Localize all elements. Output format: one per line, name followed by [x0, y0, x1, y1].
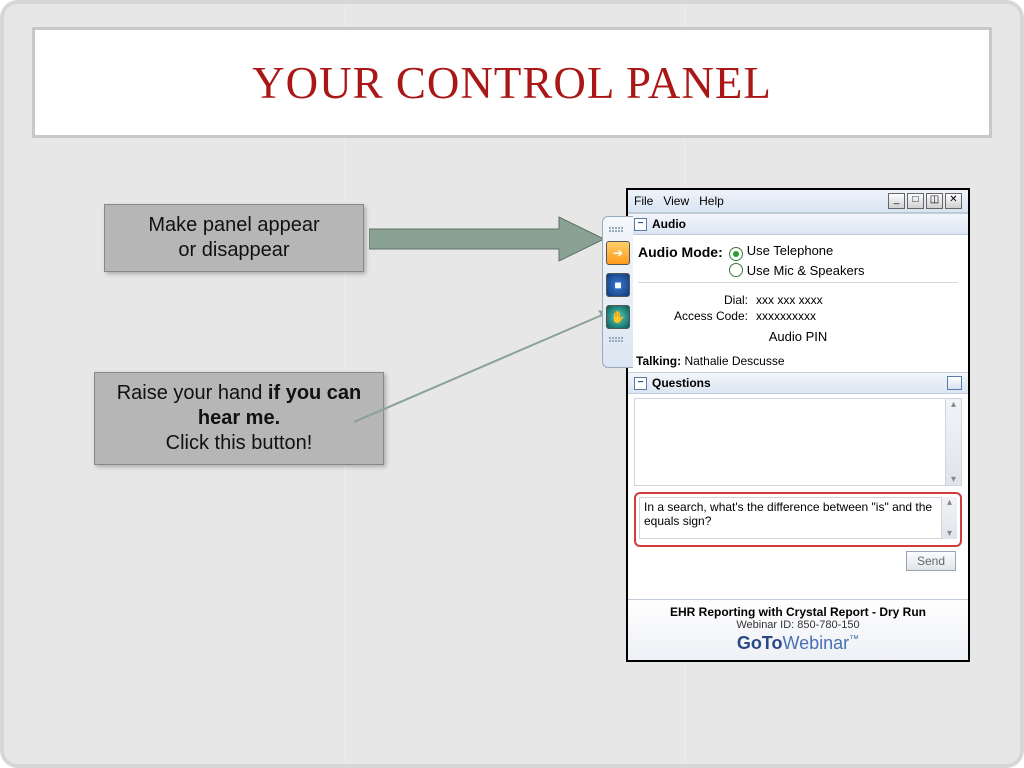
question-input-highlight: ▴ ▾	[634, 492, 962, 547]
scroll-down-icon: ▾	[951, 474, 956, 485]
minimize-icon: _	[894, 194, 900, 205]
dial-label: Dial:	[638, 293, 748, 307]
callout-line: Click this button!	[166, 432, 313, 454]
grab-tab[interactable]: ➔ ■ ✋	[602, 216, 633, 368]
menu-file[interactable]: File	[634, 194, 653, 208]
minus-icon: −	[638, 218, 644, 229]
webinar-id: Webinar ID: 850-780-150	[630, 619, 966, 631]
question-input[interactable]	[639, 497, 957, 539]
talking-name: Nathalie Descusse	[684, 354, 784, 368]
callout-toggle-panel: Make panel appear or disappear	[104, 204, 364, 272]
questions-log: ▴ ▾	[634, 398, 962, 486]
brand-webinar: Webinar	[782, 633, 849, 653]
radio-selected-icon	[729, 247, 743, 261]
audio-mode-label: Audio Mode:	[638, 243, 723, 260]
dial-value: xxx xxx xxxx	[756, 293, 958, 307]
send-button[interactable]: Send	[906, 551, 956, 571]
hand-icon: ✋	[611, 310, 626, 324]
webinar-id-label: Webinar ID:	[736, 619, 797, 631]
grip-dots-icon	[609, 337, 627, 343]
scroll-up-icon: ▴	[951, 399, 956, 410]
window-restore-button[interactable]: ◫	[926, 193, 943, 209]
window-minimize-button[interactable]: _	[888, 193, 905, 209]
gotowebinar-logo: GoToWebinar™	[630, 633, 966, 654]
questions-section-header[interactable]: − Questions	[628, 372, 968, 394]
callout-line: Make panel appear	[148, 214, 319, 236]
collapse-button[interactable]: −	[634, 218, 647, 231]
menu-help[interactable]: Help	[699, 194, 724, 208]
talking-status: Talking: Nathalie Descusse	[628, 350, 968, 372]
collapse-button[interactable]: −	[634, 377, 647, 390]
audio-mode-telephone[interactable]: Use Telephone	[729, 243, 865, 261]
gotowebinar-control-panel: ➔ ■ ✋ File View Help _ □ ◫ ✕ − Audio A	[626, 188, 970, 662]
minus-icon: −	[638, 377, 644, 388]
brand-tm: ™	[849, 634, 859, 645]
window-close-button[interactable]: ✕	[945, 193, 962, 209]
audio-section: Audio Mode: Use Telephone Use Mic & Spea…	[628, 235, 968, 350]
brand-goto: GoTo	[737, 633, 783, 653]
grip-dots-icon	[609, 227, 627, 233]
screen-button[interactable]: ■	[606, 273, 630, 297]
raise-hand-button[interactable]: ✋	[606, 305, 630, 329]
radio-icon	[729, 263, 743, 277]
option-label: Use Telephone	[747, 243, 834, 258]
title-box: YOUR CONTROL PANEL	[32, 27, 992, 138]
session-title: EHR Reporting with Crystal Report - Dry …	[630, 605, 966, 619]
divider	[638, 282, 958, 283]
questions-section: ▴ ▾ ▴ ▾ Send	[628, 394, 968, 579]
scrollbar[interactable]: ▴ ▾	[941, 497, 957, 539]
toggle-panel-button[interactable]: ➔	[606, 241, 630, 265]
option-label: Use Mic & Speakers	[747, 263, 865, 278]
arrow-icon	[369, 214, 609, 264]
scroll-up-icon: ▴	[947, 497, 952, 508]
arrow-icon	[354, 304, 624, 424]
maximize-icon: □	[912, 194, 918, 205]
webinar-id-value: 850-780-150	[797, 619, 859, 631]
audio-section-header[interactable]: − Audio	[628, 213, 968, 235]
restore-icon: ◫	[930, 194, 939, 205]
callout-line: Raise your hand	[117, 382, 268, 404]
window-maximize-button[interactable]: □	[907, 193, 924, 209]
menu-view[interactable]: View	[663, 194, 689, 208]
callout-raise-hand: Raise your hand if you can hear me. Clic…	[94, 372, 384, 465]
popout-button[interactable]	[947, 376, 962, 390]
callout-line: or disappear	[178, 239, 289, 261]
scroll-down-icon: ▾	[947, 528, 952, 539]
close-icon: ✕	[949, 194, 957, 205]
panel-footer: EHR Reporting with Crystal Report - Dry …	[628, 599, 968, 660]
access-code-label: Access Code:	[638, 309, 748, 323]
talking-label: Talking:	[636, 354, 681, 368]
audio-pin-label: Audio PIN	[638, 329, 958, 344]
section-title: Questions	[652, 376, 711, 390]
audio-mode-mic[interactable]: Use Mic & Speakers	[729, 263, 865, 278]
square-icon: ■	[614, 278, 621, 292]
section-title: Audio	[652, 217, 686, 231]
scrollbar[interactable]: ▴ ▾	[945, 399, 961, 485]
menu-bar: File View Help _ □ ◫ ✕	[628, 190, 968, 213]
slide-title: YOUR CONTROL PANEL	[252, 57, 772, 109]
arrow-right-icon: ➔	[613, 246, 623, 260]
access-code-value: xxxxxxxxxx	[756, 309, 958, 323]
slide: YOUR CONTROL PANEL Make panel appear or …	[0, 0, 1024, 768]
